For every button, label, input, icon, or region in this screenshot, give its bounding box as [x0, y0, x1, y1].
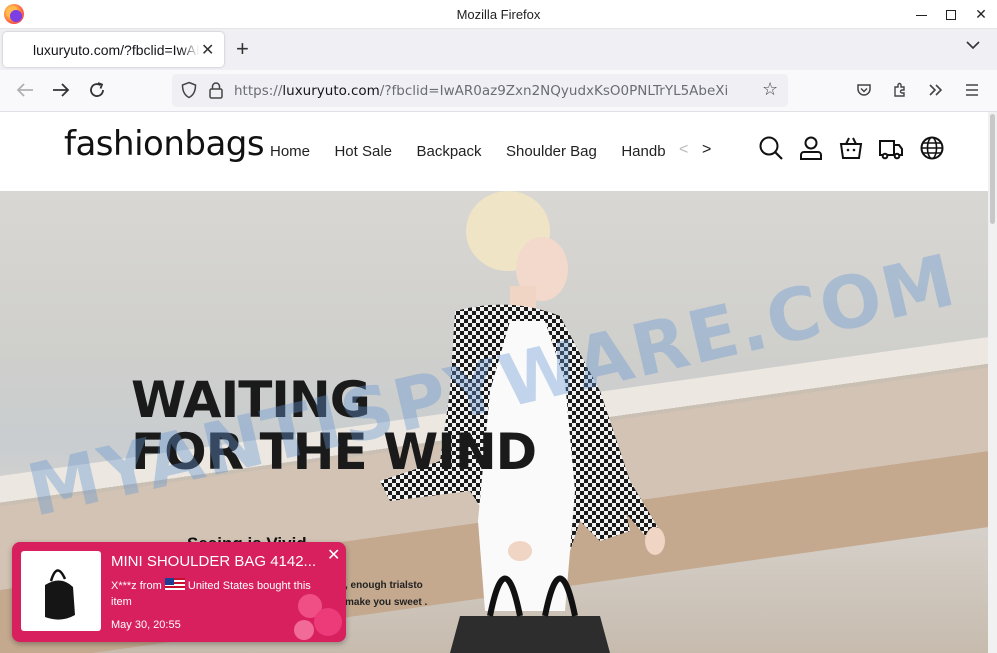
overflow-chevrons-icon[interactable] — [924, 78, 948, 102]
close-window-button[interactable]: ✕ — [964, 0, 997, 29]
back-arrow-icon[interactable] — [13, 78, 37, 102]
popup-product-title[interactable]: MINI SHOULDER BAG 4142... — [111, 553, 316, 570]
page-scrollbar[interactable] — [988, 112, 997, 653]
forward-arrow-icon[interactable] — [49, 78, 73, 102]
popup-close-icon[interactable]: ✕ — [327, 545, 340, 565]
shopping-basket-icon[interactable] — [837, 134, 865, 162]
extensions-puzzle-icon[interactable] — [888, 78, 912, 102]
window-titlebar: Mozilla Firefox ✕ — [0, 0, 997, 29]
url-scheme: https:// — [234, 83, 283, 99]
popup-buyer: X***z from — [111, 580, 162, 592]
menu-prev-arrow[interactable]: < — [679, 141, 688, 159]
menu-item-shoulder-bag[interactable]: Shoulder Bag — [506, 143, 597, 160]
bookmark-star-icon[interactable]: ☆ — [762, 79, 778, 100]
menu-item-backpack[interactable]: Backpack — [416, 143, 481, 160]
hero-caption-2: make you sweet . — [345, 597, 428, 608]
us-flag-icon — [164, 578, 185, 590]
reload-icon[interactable] — [85, 78, 109, 102]
product-thumbnail[interactable] — [21, 551, 101, 631]
tab-close-icon[interactable]: ✕ — [201, 40, 214, 60]
url-text[interactable]: https://luxuryuto.com/?fbclid=IwAR0az9Zx… — [234, 83, 754, 99]
tab-active[interactable]: luxuryuto.com/?fbclid=IwAR0az9Zxn2NQyudx… — [3, 32, 224, 67]
tracking-protection-shield-icon[interactable] — [180, 81, 198, 99]
hamburger-menu-icon[interactable] — [960, 78, 984, 102]
popup-timestamp: May 30, 20:55 — [111, 619, 181, 631]
menu-item-hot-sale[interactable]: Hot Sale — [334, 143, 392, 160]
tab-strip: luxuryuto.com/?fbclid=IwAR0az9Zxn2NQyudx… — [0, 29, 997, 70]
account-user-icon[interactable] — [797, 134, 825, 162]
recent-purchase-popup[interactable]: MINI SHOULDER BAG 4142... X***z from Uni… — [12, 542, 346, 642]
pocket-icon[interactable] — [852, 78, 876, 102]
window-title: Mozilla Firefox — [456, 7, 541, 22]
scrollbar-thumb[interactable] — [990, 114, 995, 224]
delivery-truck-icon[interactable] — [877, 134, 905, 162]
site-logo[interactable]: fashionbags — [64, 124, 265, 164]
language-globe-icon[interactable] — [918, 134, 946, 162]
menu-item-handbag[interactable]: Handbag — [621, 143, 665, 160]
url-bar[interactable]: https://luxuryuto.com/?fbclid=IwAR0az9Zx… — [172, 74, 788, 107]
minimize-button[interactable] — [904, 0, 938, 29]
url-path: /?fbclid=IwAR0az9Zxn2NQyudxKsO0PNLTrYL5A… — [379, 83, 729, 99]
new-tab-button[interactable]: + — [236, 36, 249, 62]
balloons-decoration-icon — [294, 594, 342, 640]
web-page: fashionbags Home Hot Sale Backpack Shoul… — [0, 112, 997, 653]
hero-caption-1: , enough trialsto — [345, 580, 423, 591]
menu-next-arrow[interactable]: > — [702, 141, 711, 159]
navigation-bar: https://luxuryuto.com/?fbclid=IwAR0az9Zx… — [0, 70, 997, 112]
url-host: luxuryuto.com — [282, 83, 380, 99]
main-menu: Home Hot Sale Backpack Shoulder Bag Hand… — [270, 143, 665, 167]
lock-icon[interactable] — [208, 81, 224, 99]
maximize-button[interactable] — [934, 0, 968, 29]
list-all-tabs-chevron-icon[interactable] — [966, 37, 980, 53]
tab-title: luxuryuto.com/?fbclid=IwAR0az9Zxn2NQyudx… — [33, 42, 199, 58]
site-header: fashionbags Home Hot Sale Backpack Shoul… — [0, 112, 988, 191]
menu-item-home[interactable]: Home — [270, 143, 310, 160]
search-icon[interactable] — [757, 134, 785, 162]
